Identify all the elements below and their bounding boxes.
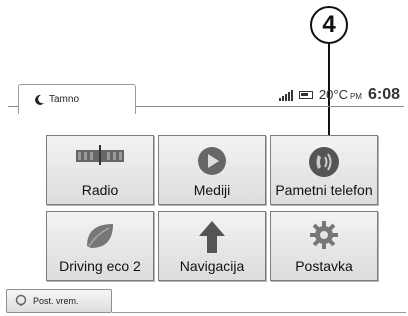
eco-leaf-icon xyxy=(83,220,117,257)
temperature-readout: 20°C xyxy=(318,87,348,102)
status-indicators: 20°C PM 6:08 xyxy=(278,84,400,106)
tile-media[interactable]: Mediji xyxy=(158,135,266,205)
radio-icon xyxy=(74,144,126,171)
play-icon xyxy=(195,144,229,183)
navigation-arrow-icon xyxy=(197,220,227,259)
smartphone-voice-icon xyxy=(306,144,342,185)
mode-tab[interactable]: Tamno xyxy=(18,84,136,114)
bottom-divider xyxy=(112,312,406,313)
tile-smartphone[interactable]: Pametni telefon xyxy=(270,135,378,205)
signal-strength-icon xyxy=(278,89,293,101)
tile-radio-label: Radio xyxy=(81,182,119,198)
battery-icon xyxy=(298,91,313,99)
tile-settings-label: Postavka xyxy=(295,258,353,274)
tile-driving-eco[interactable]: Driving eco 2 xyxy=(46,211,154,281)
ampm-indicator: PM xyxy=(349,92,362,101)
post-vrem-label: Post. vrem. xyxy=(33,296,79,306)
settings-ring-icon xyxy=(15,294,27,308)
tile-media-label: Mediji xyxy=(193,182,231,198)
status-bar: Tamno 20°C PM 6:08 xyxy=(8,84,406,114)
tile-navigation-label: Navigacija xyxy=(179,258,245,274)
post-vrem-button[interactable]: Post. vrem. xyxy=(6,289,112,313)
tile-navigation[interactable]: Navigacija xyxy=(158,211,266,281)
moon-icon xyxy=(33,94,45,106)
temperature-group: 20°C PM xyxy=(319,86,362,104)
callout-number: 4 xyxy=(310,6,348,44)
clock-time: 6:08 xyxy=(367,86,400,103)
tile-settings[interactable]: Postavka xyxy=(270,211,378,281)
gear-icon xyxy=(309,220,339,255)
tile-radio[interactable]: Radio xyxy=(46,135,154,205)
mode-label: Tamno xyxy=(49,94,80,105)
tile-driving-eco-label: Driving eco 2 xyxy=(59,258,141,274)
